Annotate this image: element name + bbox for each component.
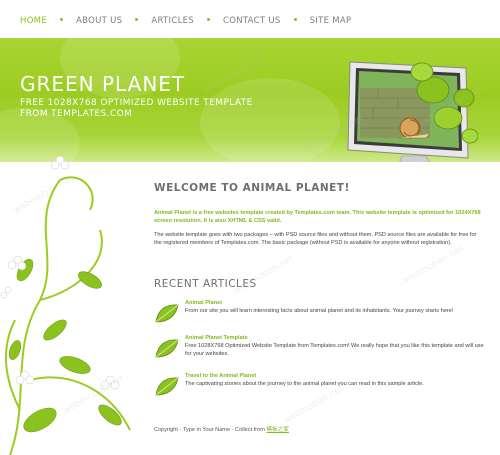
nav-separator-dot bbox=[293, 17, 297, 21]
article-description: Free 1028X768 Optimized Website Template… bbox=[185, 343, 484, 357]
site-subtitle-line2: FROM TEMPLATES.COM bbox=[20, 109, 133, 119]
leaf-icon bbox=[155, 377, 179, 396]
article-description: The captivating stories about the journe… bbox=[185, 381, 424, 387]
article-title-link[interactable]: Animal Planet Template bbox=[185, 335, 248, 341]
article-item: Animal Planet From our site you will lea… bbox=[154, 300, 484, 336]
leaf-icon bbox=[155, 339, 179, 358]
article-description: From our site you will learn interesting… bbox=[185, 308, 454, 314]
page: HOME ABOUT US ARTICLES CONTACT US SITE M… bbox=[0, 0, 500, 455]
nav-about-us[interactable]: ABOUT US bbox=[76, 16, 122, 26]
header-banner: GREEN PLANET FREE 1028X768 OPTIMIZED WEB… bbox=[0, 38, 500, 162]
footer: Copyright - Type in Your Name - Collect … bbox=[154, 425, 289, 433]
welcome-section: WELCOME TO ANIMAL PLANET! Animal Planet … bbox=[154, 182, 484, 247]
nav-bar: HOME ABOUT US ARTICLES CONTACT US SITE M… bbox=[0, 12, 351, 30]
site-subtitle: FREE 1028X768 OPTIMIZED WEBSITE TEMPLATE… bbox=[20, 98, 270, 120]
nav-separator-dot bbox=[135, 17, 139, 21]
welcome-body: The website template goes with two packa… bbox=[154, 232, 477, 246]
header-texture bbox=[200, 78, 340, 162]
site-subtitle-line1: FREE 1028X768 OPTIMIZED WEBSITE TEMPLATE bbox=[20, 98, 253, 108]
nav-separator-dot bbox=[206, 17, 210, 21]
welcome-intro: Animal Planet is a free websites templat… bbox=[154, 210, 481, 224]
site-title: GREEN PLANET bbox=[20, 72, 186, 96]
nav-site-map[interactable]: SITE MAP bbox=[310, 16, 352, 26]
watermark: webmoban.net bbox=[402, 243, 466, 287]
nav-contact-us[interactable]: CONTACT US bbox=[223, 16, 281, 26]
footer-copyright: Copyright - Type in Your Name - Collect … bbox=[154, 427, 267, 433]
nav-articles[interactable]: ARTICLES bbox=[151, 16, 194, 26]
nav-home[interactable]: HOME bbox=[20, 16, 47, 26]
article-title-link[interactable]: Animal Planet bbox=[185, 300, 222, 306]
nav-separator-dot bbox=[60, 17, 63, 21]
article-item: Travel to the Animal Planet The captivat… bbox=[154, 373, 484, 409]
article-item: Animal Planet Template Free 1028X768 Opt… bbox=[154, 335, 484, 371]
footer-link[interactable]: 模板之家 bbox=[266, 427, 288, 433]
floral-decoration bbox=[0, 155, 131, 455]
article-title-link[interactable]: Travel to the Animal Planet bbox=[185, 373, 256, 379]
recent-articles-heading: RECENT ARTICLES bbox=[154, 278, 257, 290]
monitor-illustration bbox=[347, 61, 478, 162]
leaf-icon bbox=[155, 304, 179, 323]
welcome-heading: WELCOME TO ANIMAL PLANET! bbox=[154, 182, 350, 194]
top-navigation: HOME ABOUT US ARTICLES CONTACT US SITE M… bbox=[0, 0, 500, 38]
